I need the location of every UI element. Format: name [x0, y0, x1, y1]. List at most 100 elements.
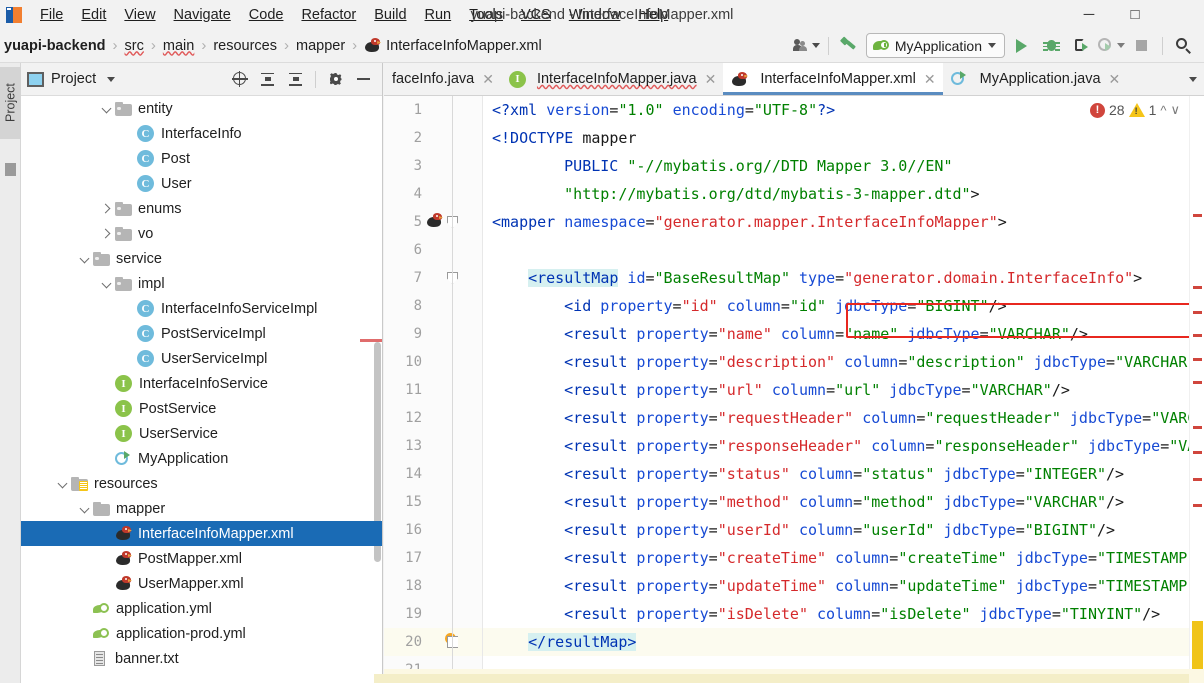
menu-help[interactable]: Help: [629, 4, 677, 26]
tree-item-postserviceimpl[interactable]: C PostServiceImpl: [21, 321, 382, 346]
close-icon[interactable]: ✕: [482, 71, 494, 88]
tree-item-vo[interactable]: vo: [21, 221, 382, 246]
code-editor[interactable]: 123456789101112131415161718192021 <?xml …: [384, 96, 1204, 683]
error-marker[interactable]: [1193, 426, 1202, 429]
close-icon[interactable]: ✕: [705, 71, 717, 88]
gutter-line[interactable]: 3: [384, 152, 483, 180]
editor-tab-myapplication-java[interactable]: MyApplication.java ✕: [943, 63, 1128, 95]
tree-item-userservice[interactable]: I UserService: [21, 421, 382, 446]
editor-gutter[interactable]: 123456789101112131415161718192021: [384, 96, 483, 683]
window-minimize-button[interactable]: ─: [1066, 0, 1112, 29]
error-marker[interactable]: [1193, 381, 1202, 384]
menu-vcs[interactable]: VCS: [512, 4, 560, 26]
error-marker[interactable]: [1193, 451, 1202, 454]
tree-item-postservice[interactable]: I PostService: [21, 396, 382, 421]
tree-item-interfaceinfoservice[interactable]: I InterfaceInfoService: [21, 371, 382, 396]
run-button[interactable]: [1007, 33, 1035, 59]
code-line[interactable]: <result property="updateTime" column="up…: [483, 572, 1204, 600]
gutter-line[interactable]: 19: [384, 600, 483, 628]
error-marker[interactable]: [1193, 286, 1202, 289]
expand-all-button[interactable]: [255, 67, 280, 91]
editor-tabs-overflow-button[interactable]: [1182, 63, 1204, 95]
error-marker[interactable]: [1193, 214, 1202, 217]
editor-tab-interfaceinfomapper-xml[interactable]: InterfaceInfoMapper.xml ✕: [723, 63, 943, 95]
code-line[interactable]: [483, 236, 1204, 264]
close-icon[interactable]: ✕: [924, 71, 936, 88]
window-maximize-button[interactable]: □: [1112, 0, 1158, 29]
error-marker[interactable]: [1193, 311, 1202, 314]
code-line[interactable]: PUBLIC "-//mybatis.org//DTD Mapper 3.0//…: [483, 152, 1204, 180]
project-settings-button[interactable]: [323, 67, 348, 91]
code-line[interactable]: <result property="description" column="d…: [483, 348, 1204, 376]
tree-item-resources[interactable]: resources: [21, 471, 382, 496]
gutter-line[interactable]: 9: [384, 320, 483, 348]
breadcrumb-file[interactable]: InterfaceInfoMapper.xml: [360, 36, 546, 56]
editor-tab-interfaceinfomapper-java[interactable]: I InterfaceInfoMapper.java ✕: [501, 63, 723, 95]
code-line[interactable]: <result property="responseHeader" column…: [483, 432, 1204, 460]
error-marker[interactable]: [1193, 504, 1202, 507]
tree-item-postmapper-xml[interactable]: PostMapper.xml: [21, 546, 382, 571]
tree-item-banner-txt[interactable]: banner.txt: [21, 646, 382, 671]
gutter-line[interactable]: 16: [384, 516, 483, 544]
build-project-button[interactable]: [836, 33, 864, 59]
gutter-line[interactable]: 2: [384, 124, 483, 152]
tree-item-mapper[interactable]: mapper: [21, 496, 382, 521]
chevron-right-icon[interactable]: [99, 201, 115, 217]
gutter-line[interactable]: 18: [384, 572, 483, 600]
code-line[interactable]: "http://mybatis.org/dtd/mybatis-3-mapper…: [483, 180, 1204, 208]
code-line[interactable]: <resultMap id="BaseResultMap" type="gene…: [483, 264, 1204, 292]
chevron-down-icon[interactable]: [99, 276, 115, 292]
menu-refactor[interactable]: Refactor: [292, 4, 365, 26]
tree-item-post[interactable]: C Post: [21, 146, 382, 171]
tree-item-impl[interactable]: impl: [21, 271, 382, 296]
chevron-down-icon[interactable]: [77, 251, 93, 267]
breadcrumb-main[interactable]: main: [159, 36, 198, 56]
chevron-down-icon[interactable]: [107, 76, 116, 82]
tree-item-service[interactable]: service: [21, 246, 382, 271]
run-configuration-selector[interactable]: MyApplication: [865, 33, 1005, 58]
code-line[interactable]: </resultMap>: [483, 628, 1204, 656]
menu-file[interactable]: File: [31, 4, 72, 26]
gutter-line[interactable]: 20: [384, 628, 483, 656]
stripe-tab-project[interactable]: Project: [0, 67, 21, 139]
tree-item-interfaceinfomapper-xml[interactable]: InterfaceInfoMapper.xml: [21, 521, 382, 546]
code-line[interactable]: <result property="status" column="status…: [483, 460, 1204, 488]
code-line[interactable]: <mapper namespace="generator.mapper.Inte…: [483, 208, 1204, 236]
menu-view[interactable]: View: [115, 4, 164, 26]
tree-item-enums[interactable]: enums: [21, 196, 382, 221]
breadcrumb-src[interactable]: src: [121, 36, 148, 56]
code-content[interactable]: <?xml version = "1.0" encoding = "UTF-8"?> <!…: [483, 96, 1204, 683]
menu-build[interactable]: Build: [365, 4, 415, 26]
breadcrumb-mapper[interactable]: mapper: [292, 36, 349, 56]
menu-edit[interactable]: Edit: [72, 4, 115, 26]
inspection-widget[interactable]: ! 28 1 ^ ∨: [1090, 102, 1180, 118]
chevron-down-icon[interactable]: [99, 101, 115, 117]
stop-button[interactable]: [1127, 33, 1155, 59]
chevron-right-icon[interactable]: [99, 226, 115, 242]
chevron-down-icon[interactable]: [55, 476, 71, 492]
code-line[interactable]: <!DOCTYPE mapper: [483, 124, 1204, 152]
hide-panel-button[interactable]: [351, 67, 376, 91]
tree-item-interfaceinfo[interactable]: C InterfaceInfo: [21, 121, 382, 146]
gutter-line[interactable]: 4: [384, 180, 483, 208]
tree-item-userserviceimpl[interactable]: C UserServiceImpl: [21, 346, 382, 371]
tree-item-application-prod-yml[interactable]: application-prod.yml: [21, 621, 382, 646]
next-problem-icon[interactable]: ∨: [1170, 102, 1180, 118]
chevron-down-icon[interactable]: [77, 501, 93, 517]
debug-button[interactable]: [1037, 33, 1065, 59]
run-with-profiler-button[interactable]: [1067, 33, 1095, 59]
tree-item-interfaceinfoserviceimpl[interactable]: C InterfaceInfoServiceImpl: [21, 296, 382, 321]
code-line[interactable]: <result property="userId" column="userId…: [483, 516, 1204, 544]
code-line[interactable]: <result property="isDelete" column="isDe…: [483, 600, 1204, 628]
code-line[interactable]: <result property="method" column="method…: [483, 488, 1204, 516]
gutter-line[interactable]: 11: [384, 376, 483, 404]
breadcrumb-project[interactable]: yuapi-backend: [0, 36, 110, 56]
select-opened-file-button[interactable]: [227, 67, 252, 91]
code-line[interactable]: <result property="requestHeader" column=…: [483, 404, 1204, 432]
gutter-line[interactable]: 12: [384, 404, 483, 432]
close-icon[interactable]: ✕: [1109, 71, 1121, 88]
user-settings-button[interactable]: [793, 33, 821, 59]
tree-item-application-yml[interactable]: application.yml: [21, 596, 382, 621]
coverage-button[interactable]: [1097, 33, 1125, 59]
breadcrumb-resources[interactable]: resources: [209, 36, 281, 56]
